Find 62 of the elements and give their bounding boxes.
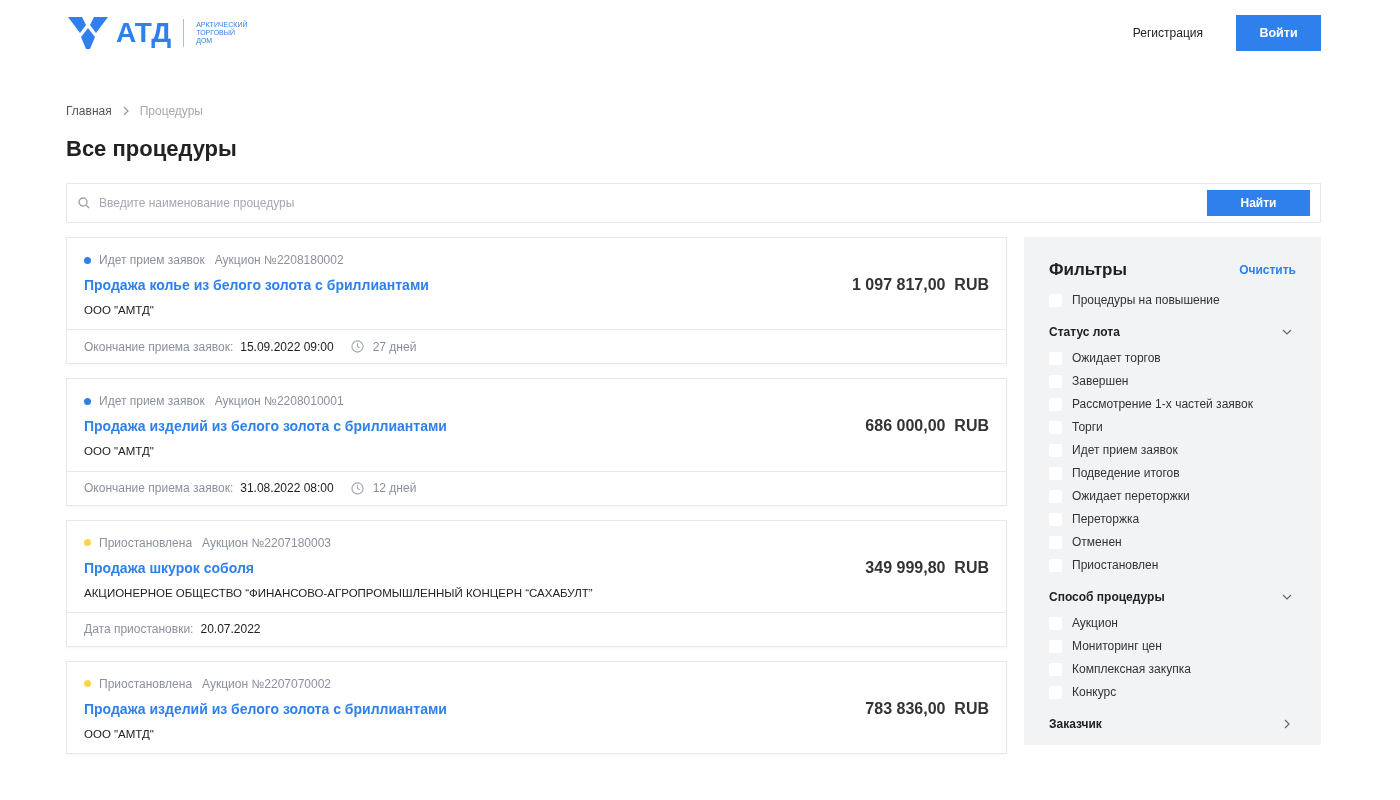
chevron-icon[interactable] <box>1282 718 1292 729</box>
clear-filters-link[interactable]: Очистить <box>1239 260 1296 279</box>
login-button[interactable]: Войти <box>1236 15 1321 51</box>
search-button[interactable]: Найти <box>1207 190 1310 216</box>
footer-label: Окончание приема заявок: <box>84 338 234 356</box>
chevron-icon <box>121 106 130 116</box>
clock-icon <box>350 481 364 495</box>
price: 349 999,80 RUB <box>865 557 989 578</box>
search-field[interactable]: Введите наименование процедуры Найти <box>66 183 1321 223</box>
status-label: Приостановлена <box>99 534 193 552</box>
organizer-name: ООО "АМТД" <box>84 726 155 742</box>
footer-label: Окончание приема заявок: <box>84 480 234 497</box>
procedure-title-link[interactable]: Продажа колье из белого золота с бриллиантами <box>84 275 429 296</box>
procedure-number: Аукцион №2208010001 <box>214 393 344 411</box>
checkbox-label: Ожидает торгов <box>1072 350 1161 367</box>
procedure-title-link[interactable]: Продажа изделий из белого золота с бриллиантами <box>84 416 447 438</box>
price: 1 097 817,00 RUB <box>852 275 989 296</box>
procedure-number: Аукцион №2207070002 <box>202 675 332 693</box>
breadcrumb-link[interactable]: Главная <box>66 102 112 120</box>
procedure-title-link[interactable]: Продажа шкурок соболя <box>84 557 593 579</box>
search-icon <box>78 197 90 209</box>
register-link[interactable]: Регистрация <box>1132 24 1203 42</box>
checkbox-label: Торги <box>1072 419 1103 436</box>
page-title: Все процедуры <box>66 135 238 163</box>
price: 686 000,00 RUB <box>865 416 989 437</box>
filters-title: Фильтры <box>1049 259 1127 281</box>
checkbox-label: Ожидает переторжки <box>1072 488 1190 505</box>
organizer-name: ООО "АМТД" <box>84 303 155 318</box>
checkbox-label: Подведение итогов <box>1072 465 1180 482</box>
status-label: Приостановлена <box>99 675 193 693</box>
footer-value: 15.09.2022 09:00 <box>240 338 334 356</box>
organizer-name: АКЦИОНЕРНОЕ ОБЩЕСТВО “ФИНАНСОВО-АГРОПРОМЫШЛЕННЫЙ КОНЦЕРН “САХАБУЛТ” <box>84 585 593 601</box>
checkbox-label: Комплексная закупка <box>1072 661 1191 678</box>
organizer-name: ООО "АМТД" <box>84 444 155 460</box>
days-left: 27 дней <box>372 338 417 356</box>
footer-value: 31.08.2022 08:00 <box>240 480 334 497</box>
status-label: Идет прием заявок <box>99 252 205 269</box>
checkbox-label: Аукцион <box>1072 615 1118 632</box>
checkbox-label: Процедуры на повышение <box>1072 292 1220 309</box>
days-left: 12 дней <box>372 480 417 497</box>
checkbox-label: Завершен <box>1072 373 1129 390</box>
filter-section-header[interactable]: Способ процедуры <box>1049 585 1296 608</box>
clock-icon <box>350 340 364 354</box>
procedure-number: Аукцион №2207180003 <box>202 534 332 552</box>
filter-section-header[interactable]: Заказчик <box>1049 712 1296 735</box>
status-label: Идет прием заявок <box>99 393 205 411</box>
checkbox-label: Рассмотрение 1-х частей заявок <box>1072 396 1253 413</box>
logo-icon <box>66 15 110 51</box>
checkbox-label: Идет прием заявок <box>1072 442 1178 459</box>
price: 783 836,00 RUB <box>865 698 989 719</box>
breadcrumb-link[interactable]: Процедуры <box>139 102 203 120</box>
checkbox-label: Переторжка <box>1072 511 1140 528</box>
footer-value: 20.07.2022 <box>200 621 261 639</box>
procedure-number: Аукцион №2208180002 <box>214 252 344 269</box>
footer-label: Дата приостановки: <box>84 621 194 639</box>
checkbox-label: Приостановлен <box>1072 557 1159 574</box>
logo-wordmark: АТД <box>116 19 172 47</box>
checkbox-label: Отменен <box>1072 534 1122 551</box>
procedure-title-link[interactable]: Продажа изделий из белого золота с бриллиантами <box>84 698 447 720</box>
checkbox-label: Конкурс <box>1072 684 1117 701</box>
checkbox-label: Мониторинг цен <box>1072 638 1162 655</box>
filter-section-header[interactable]: Статус лота <box>1049 320 1296 343</box>
